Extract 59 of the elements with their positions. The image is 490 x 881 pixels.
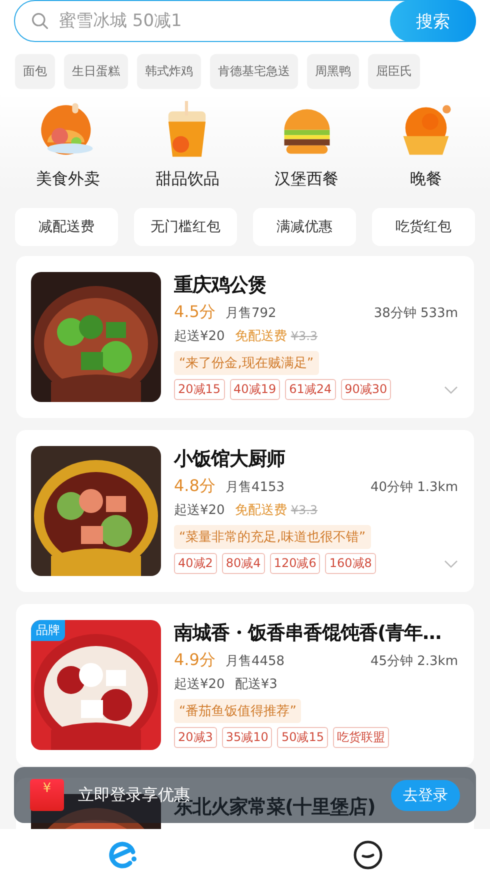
discount-tag: 20减3: [174, 727, 217, 748]
brand-badge: 品牌: [31, 620, 65, 641]
rating: 4.9分: [174, 650, 216, 671]
discount-tag: 120减6: [270, 553, 320, 574]
minimum-order: 起送¥20: [174, 502, 225, 519]
search-icon: [31, 12, 49, 30]
hot-search-tag[interactable]: 屈臣氏: [368, 54, 420, 89]
rating: 4.8分: [174, 476, 216, 497]
discount-tag: 80减4: [222, 553, 265, 574]
filter-button[interactable]: 减配送费: [15, 208, 118, 246]
hot-search-tag[interactable]: 肯德基宅急送: [210, 54, 298, 89]
filter-button[interactable]: 满减优惠: [253, 208, 356, 246]
money-envelope-icon: ¥: [30, 779, 64, 811]
shop-card[interactable]: 小饭馆大厨师 4.8分 月售4153 40分钟 1.3km 起送¥20 免配送费 ¥3.3 “菜量非常的充足,味道也很不错” 40减2 80减4 120减6 160减8: [16, 430, 474, 592]
delivery-fee: 免配送费: [234, 502, 287, 519]
monthly-sales: 月售4458: [225, 653, 285, 670]
category-label[interactable]: 晚餐: [410, 169, 442, 190]
review-quote: “菜量非常的充足,味道也很不错”: [174, 525, 371, 549]
rating: 4.5分: [174, 302, 216, 323]
discount-tag: 吃货联盟: [333, 727, 389, 748]
hot-search-tag[interactable]: 生日蛋糕: [64, 54, 128, 89]
review-quote: “来了份金,现在贼满足”: [174, 351, 319, 375]
chevron-down-icon[interactable]: [444, 560, 458, 568]
category-label[interactable]: 甜品饮品: [155, 169, 220, 190]
delivery-time-distance: 40分钟 1.3km: [370, 479, 458, 496]
discount-tag: 35减10: [222, 727, 272, 748]
home-tab-icon[interactable]: [108, 840, 138, 870]
original-delivery-fee: ¥3.3: [290, 329, 318, 343]
shop-card[interactable]: 重庆鸡公煲 4.5分 月售792 38分钟 533m 起送¥20 免配送费 ¥3.3 “来了份金,现在贼满足” 20减15 40减19 61减24 90减30: [16, 256, 474, 418]
discount-tag: 61减24: [285, 379, 336, 400]
review-quote: “番茄鱼饭值得推荐”: [174, 699, 302, 723]
minimum-order: 起送¥20: [174, 676, 225, 693]
original-delivery-fee: ¥3.3: [290, 503, 318, 517]
category-label[interactable]: 美食外卖: [36, 169, 100, 190]
monthly-sales: 月售792: [225, 305, 276, 322]
shop-name: 小饭馆大厨师: [174, 447, 285, 472]
delivery-time-distance: 38分钟 533m: [374, 305, 458, 322]
shop-name: 重庆鸡公煲: [174, 273, 266, 298]
discount-tag: 160减8: [325, 553, 376, 574]
smiley-face-icon[interactable]: [352, 840, 382, 870]
hot-search-tag[interactable]: 周黑鸭: [307, 54, 359, 89]
delivery-fee: 免配送费: [234, 328, 287, 345]
monthly-sales: 月售4153: [225, 479, 285, 496]
discount-tag: 40减2: [174, 553, 217, 574]
shop-card[interactable]: 品牌 南城香・饭香串香馄饨香(青年… 4.9分 月售4458 45分钟 2.3km 起送¥20 配送¥3 “番茄鱼饭值得推荐” 20减3 35减10 50减15 吃货联盟: [16, 604, 474, 766]
hot-search-tag[interactable]: 面包: [15, 54, 55, 89]
delivery-fee: 配送¥3: [234, 676, 278, 693]
delivery-time-distance: 45分钟 2.3km: [370, 653, 458, 670]
chevron-down-icon[interactable]: [444, 386, 458, 394]
discount-tag: 90减30: [340, 379, 392, 400]
shop-name: 南城香・饭香串香馄饨香(青年…: [174, 621, 442, 646]
discount-tag: 40减19: [230, 379, 280, 400]
category-label[interactable]: 汉堡西餐: [274, 169, 339, 190]
minimum-order: 起送¥20: [174, 328, 225, 345]
discount-tag: 50减15: [277, 727, 328, 748]
filter-button[interactable]: 吃货红包: [372, 208, 475, 246]
filter-button[interactable]: 无门槛红包: [134, 208, 237, 246]
discount-tag: 20减15: [174, 379, 225, 400]
hot-search-tag[interactable]: 韩式炸鸡: [137, 54, 201, 89]
